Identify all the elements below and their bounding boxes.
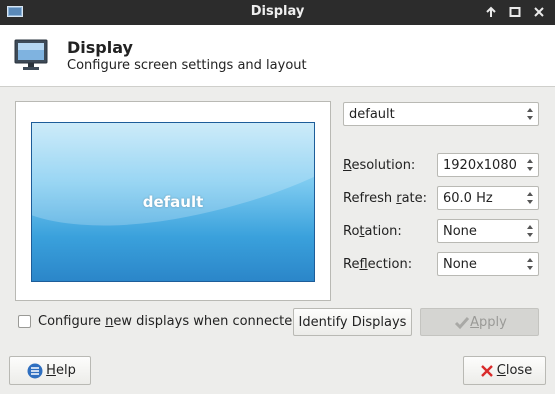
identify-displays-label: Identify Displays [298, 315, 407, 330]
header-subtitle: Configure screen settings and layout [67, 58, 307, 73]
refresh-rate-value: 60.0 Hz [443, 191, 493, 206]
monitor-preview[interactable]: default [31, 122, 315, 282]
monitor-sheen [32, 123, 314, 249]
spin-arrows-icon [527, 258, 533, 270]
configure-new-displays-label[interactable]: Configure new displays when connected [38, 314, 301, 329]
spin-arrows-icon [527, 225, 533, 237]
reflection-value: None [443, 257, 477, 272]
display-layout-preview: default [15, 101, 331, 301]
configure-new-displays-checkbox[interactable] [18, 315, 31, 328]
window-title: Display [250, 4, 305, 19]
resolution-value: 1920x1080 [443, 158, 517, 173]
spin-arrows-icon [527, 159, 533, 171]
apply-label: Apply [470, 315, 507, 330]
resolution-select[interactable]: 1920x1080 [437, 153, 539, 177]
help-label: Help [46, 363, 76, 378]
display-settings-window: Display Display Configure screen setting… [0, 0, 555, 394]
keep-above-icon[interactable] [484, 5, 498, 19]
help-button[interactable]: Help [9, 356, 91, 385]
rotation-label: Rotation: [343, 224, 402, 239]
dialog-header: Display Configure screen settings and la… [0, 25, 555, 87]
apply-button[interactable]: Apply [420, 308, 539, 336]
reflection-label: Reflection: [343, 257, 413, 272]
header-title: Display [67, 38, 133, 57]
spin-arrows-icon [527, 192, 533, 204]
close-button[interactable]: Close [463, 356, 546, 385]
spin-arrows-icon [527, 108, 533, 120]
monitor-icon [14, 39, 48, 70]
display-select[interactable]: default [343, 102, 539, 126]
refresh-rate-label: Refresh rate: [343, 191, 428, 206]
display-select-value: default [349, 107, 395, 122]
rotation-value: None [443, 224, 477, 239]
maximize-icon[interactable] [508, 5, 522, 19]
resolution-label: Resolution: [343, 158, 416, 173]
reflection-select[interactable]: None [437, 252, 539, 276]
refresh-rate-select[interactable]: 60.0 Hz [437, 186, 539, 210]
monitor-label: default [142, 193, 204, 211]
identify-displays-button[interactable]: Identify Displays [293, 308, 412, 336]
title-bar[interactable]: Display [0, 0, 555, 25]
rotation-select[interactable]: None [437, 219, 539, 243]
close-icon[interactable] [532, 5, 546, 19]
close-label: Close [496, 363, 533, 378]
